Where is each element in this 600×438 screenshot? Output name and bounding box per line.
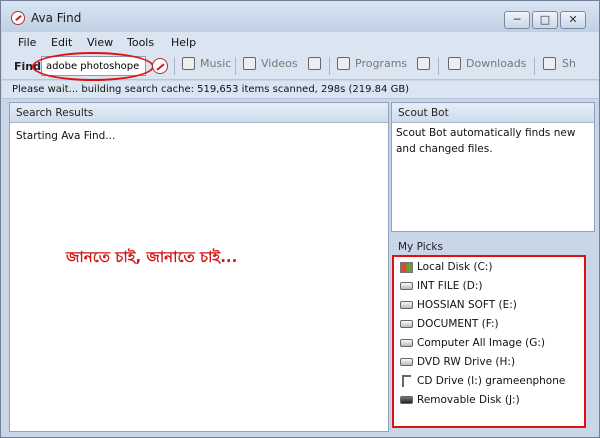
app-window: Ava Find ─ □ ✕ File Edit View Tools Help… (0, 0, 600, 438)
toolbar: Find Music Videos Programs Downloads Sh (2, 52, 599, 81)
show-button[interactable]: Sh (562, 57, 576, 75)
pick-item-label: INT FILE (D:) (417, 280, 483, 292)
usb-icon (402, 375, 411, 387)
menu-file[interactable]: File (18, 36, 36, 49)
hard-drive-icon (400, 282, 413, 290)
toolbar-separator (534, 57, 535, 75)
my-picks-list: Local Disk (C:) INT FILE (D:) HOSSIAN SO… (392, 255, 586, 428)
windows-drive-icon (400, 261, 413, 273)
toolbar-separator (235, 57, 236, 75)
music-button[interactable]: Music (200, 57, 231, 75)
pick-item-document-f[interactable]: DOCUMENT (F:) (400, 318, 499, 334)
programs-icon (337, 57, 350, 70)
music-icon (182, 57, 195, 70)
pick-item-label: CD Drive (I:) grameenphone (417, 375, 566, 387)
bangla-annotation-text: জানতে চাই, জানাতে চাই... (66, 248, 238, 266)
scout-bot-header: Scout Bot (392, 103, 594, 123)
pick-item-label: Local Disk (C:) (417, 261, 493, 273)
search-results-header: Search Results (10, 103, 388, 123)
show-icon (543, 57, 556, 70)
videos-icon (243, 57, 256, 70)
pick-item-label: Removable Disk (J:) (417, 394, 520, 406)
toolbar-separator (438, 57, 439, 75)
scout-bot-description: Scout Bot automatically finds new and ch… (396, 127, 576, 155)
pick-item-local-disk-c[interactable]: Local Disk (C:) (400, 261, 493, 277)
ava-find-logo-icon (11, 11, 25, 25)
toolbar-separator (174, 57, 175, 75)
pick-item-label: Computer All Image (G:) (417, 337, 545, 349)
dvd-drive-icon (400, 358, 413, 366)
my-picks-title: My Picks (398, 241, 443, 253)
status-text: Please wait... building search cache: 51… (12, 84, 410, 95)
pick-item-label: HOSSIAN SOFT (E:) (417, 299, 517, 311)
toolbar-separator (329, 57, 330, 75)
close-button[interactable]: ✕ (560, 11, 586, 29)
pick-item-removable-disk-j[interactable]: Removable Disk (J:) (400, 394, 520, 410)
pick-item-cd-drive-i[interactable]: CD Drive (I:) grameenphone (400, 375, 565, 391)
pick-item-label: DVD RW Drive (H:) (417, 356, 516, 368)
menu-view[interactable]: View (87, 36, 113, 49)
hard-drive-icon (400, 320, 413, 328)
programs-button[interactable]: Programs (355, 57, 407, 75)
scout-bot-panel: Scout Bot Scout Bot automatically finds … (391, 102, 595, 232)
document-icon[interactable] (308, 57, 321, 70)
menu-edit[interactable]: Edit (51, 36, 72, 49)
menu-bar: File Edit View Tools Help (2, 32, 599, 52)
status-bar: Please wait... building search cache: 51… (2, 81, 599, 99)
hard-drive-icon (400, 339, 413, 347)
search-results-panel[interactable]: Search Results Starting Ava Find... জানত… (9, 102, 389, 432)
find-label: Find (14, 60, 41, 73)
document-icon[interactable] (417, 57, 430, 70)
videos-button[interactable]: Videos (261, 57, 298, 75)
minimize-button[interactable]: ─ (504, 11, 530, 29)
pick-item-int-file-d[interactable]: INT FILE (D:) (400, 280, 482, 296)
pick-item-label: DOCUMENT (F:) (417, 318, 499, 330)
downloads-button[interactable]: Downloads (466, 57, 526, 75)
search-go-button[interactable] (152, 58, 168, 74)
hard-drive-icon (400, 301, 413, 309)
search-results-title: Search Results (16, 107, 94, 119)
pick-item-hossian-soft-e[interactable]: HOSSIAN SOFT (E:) (400, 299, 517, 315)
removable-disk-icon (400, 396, 413, 404)
my-picks-panel: My Picks Local Disk (C:) INT FILE (D:) H… (391, 237, 595, 432)
downloads-icon (448, 57, 461, 70)
window-title: Ava Find (31, 11, 82, 25)
results-message: Starting Ava Find... (16, 130, 116, 142)
scout-bot-title: Scout Bot (398, 107, 449, 119)
pick-item-computer-all-image-g[interactable]: Computer All Image (G:) (400, 337, 545, 353)
title-bar[interactable]: Ava Find ─ □ ✕ (1, 1, 599, 32)
search-input[interactable] (41, 56, 146, 76)
maximize-button[interactable]: □ (532, 11, 558, 29)
pick-item-dvd-rw-drive-h[interactable]: DVD RW Drive (H:) (400, 356, 515, 372)
menu-help[interactable]: Help (171, 36, 196, 49)
menu-tools[interactable]: Tools (127, 36, 154, 49)
